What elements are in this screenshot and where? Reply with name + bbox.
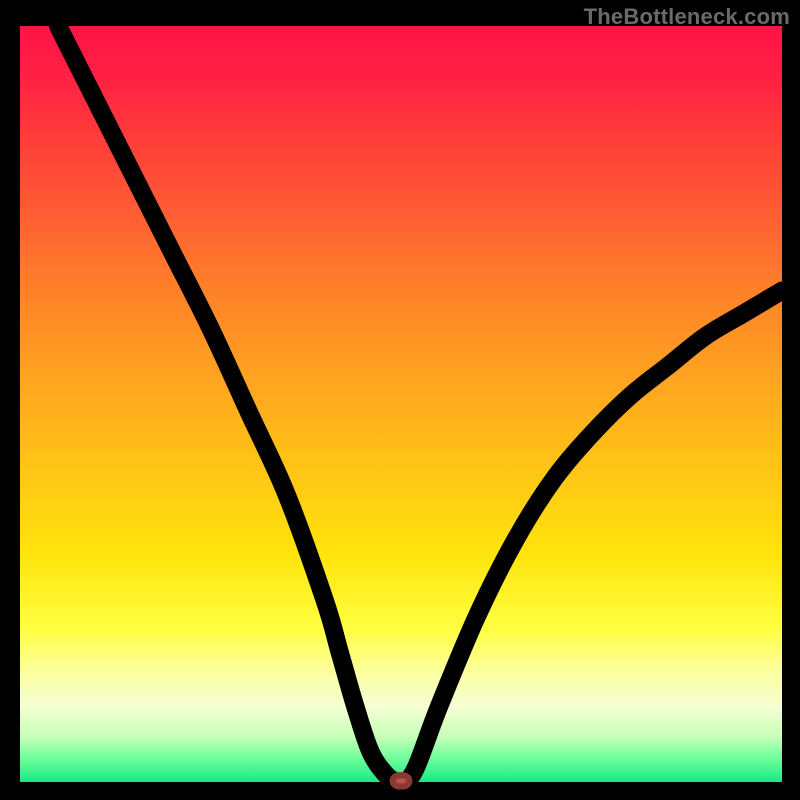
bottleneck-curve xyxy=(58,26,782,783)
minimum-marker xyxy=(393,775,410,786)
chart-frame: TheBottleneck.com xyxy=(0,0,800,800)
plot-area xyxy=(20,26,782,782)
chart-svg xyxy=(20,26,782,782)
